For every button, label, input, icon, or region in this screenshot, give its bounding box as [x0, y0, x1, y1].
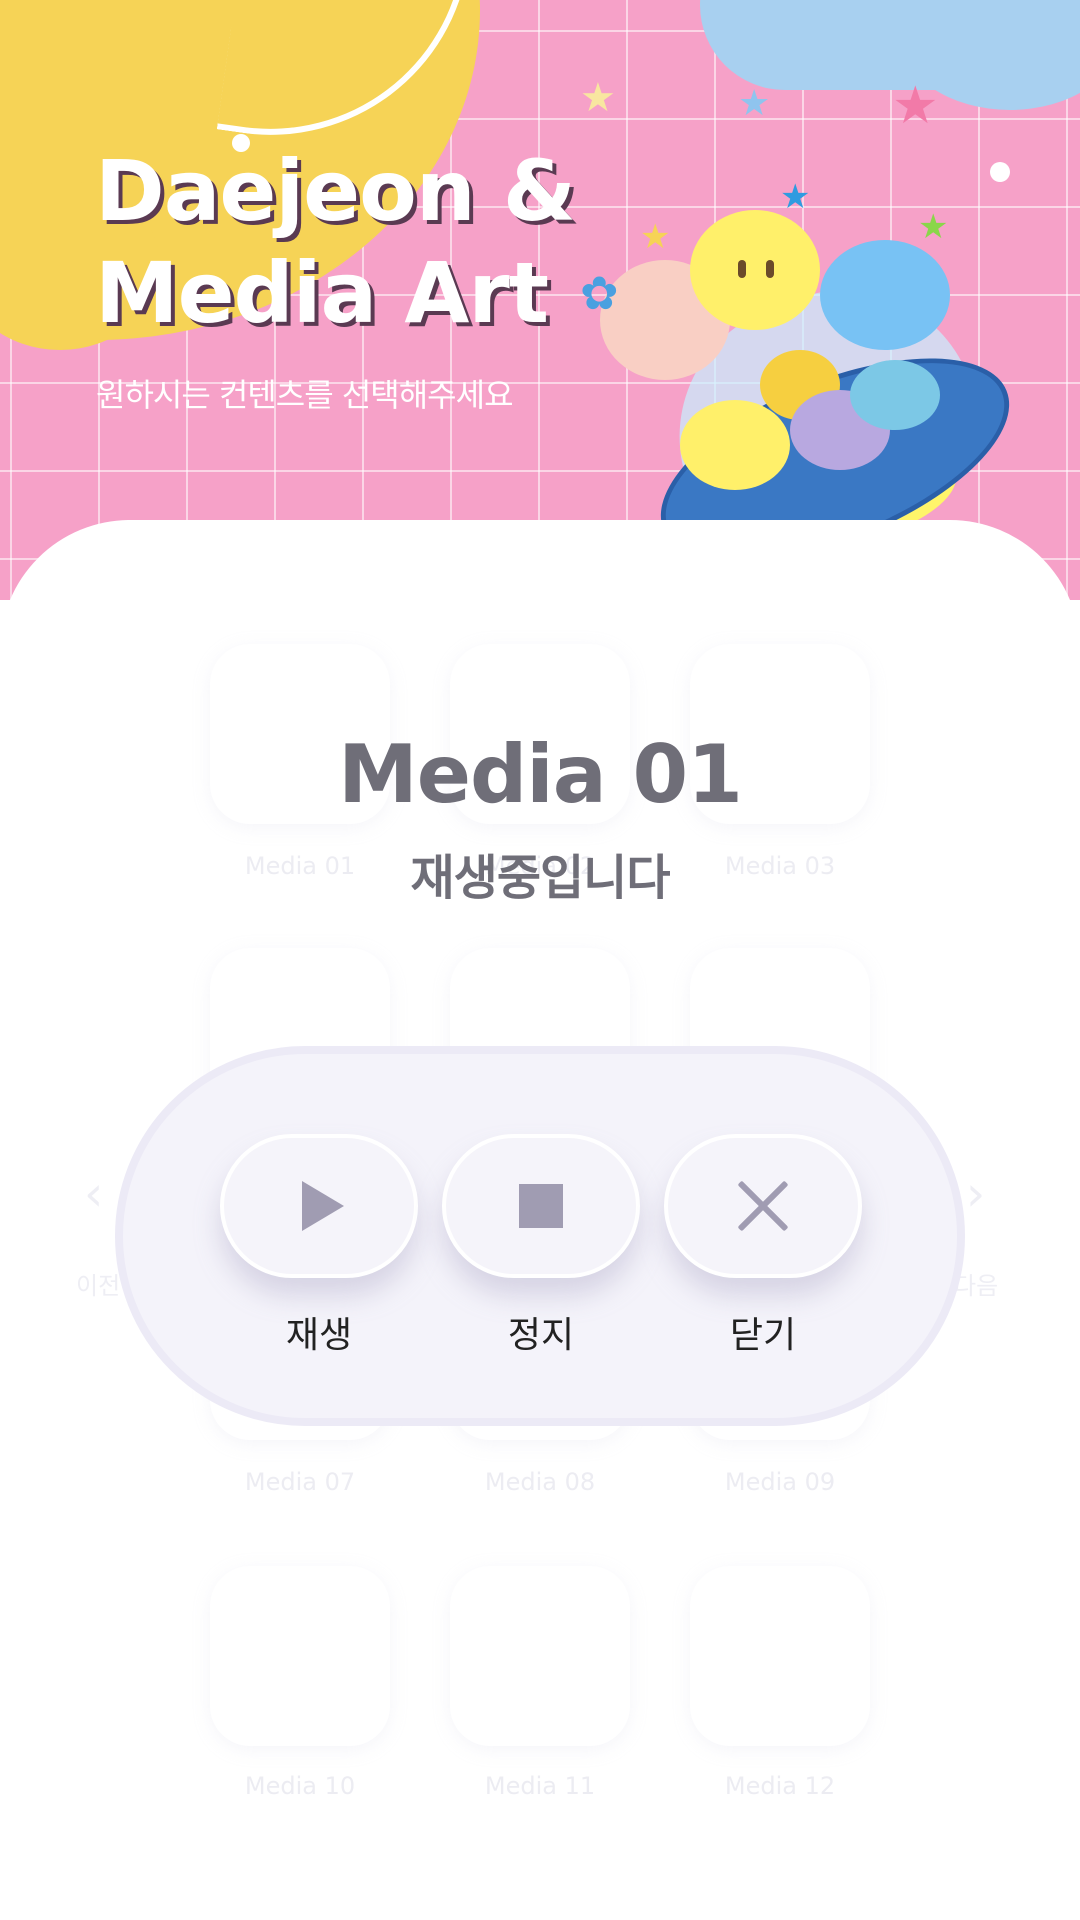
media-tile-label: Media 12 — [724, 1772, 836, 1800]
media-tile-label: Media 09 — [724, 1468, 836, 1496]
media-tile[interactable] — [210, 1566, 390, 1746]
teal-mascot — [850, 360, 940, 430]
eye — [766, 260, 774, 278]
prev-label[interactable]: 이전 — [76, 1266, 120, 1301]
eye — [738, 260, 746, 278]
star-icon: ★ — [738, 83, 771, 124]
yellow-mascot-small — [680, 400, 790, 490]
next-arrow-icon[interactable]: › — [966, 1166, 985, 1222]
header-banner: ★ ★ ★ Daejeon & Media Art 원하시는 컨텐츠를 선택해주… — [0, 0, 1080, 600]
media-tile[interactable] — [690, 1566, 870, 1746]
stop-button[interactable] — [442, 1134, 640, 1278]
blue-mascot — [820, 240, 950, 350]
close-icon — [736, 1179, 790, 1233]
title-line-1: Daejeon & — [95, 142, 576, 240]
close-button[interactable] — [664, 1134, 862, 1278]
yellow-mascot — [690, 210, 820, 330]
stop-label: 정지 — [507, 1315, 575, 1356]
star-icon: ★ — [892, 76, 939, 136]
title-line-2: Media Art — [95, 244, 549, 342]
page-subtitle: 원하시는 컨텐츠를 선택해주세요 — [96, 376, 514, 414]
bow-icon: ✿ — [580, 266, 619, 320]
now-playing-status: 재생중입니다 — [410, 850, 671, 906]
star-icon: ★ — [580, 75, 616, 121]
media-tile-label: Media 11 — [484, 1772, 596, 1800]
star-icon: ★ — [918, 207, 949, 247]
media-tile-label: Media 08 — [484, 1468, 596, 1496]
now-playing-title: Media 01 — [338, 728, 743, 821]
page-title: Daejeon & Media Art — [95, 140, 576, 344]
play-icon — [302, 1181, 344, 1231]
media-tile-label: Media 07 — [244, 1468, 356, 1496]
stop-icon — [519, 1184, 563, 1228]
dot-decoration — [990, 162, 1010, 182]
close-label: 닫기 — [729, 1315, 797, 1356]
media-tile-label: Media 10 — [244, 1772, 356, 1800]
play-button[interactable] — [220, 1134, 418, 1278]
play-label: 재생 — [285, 1315, 353, 1356]
star-icon: ★ — [780, 177, 811, 217]
media-tile[interactable] — [450, 1566, 630, 1746]
prev-arrow-icon[interactable]: ‹ — [84, 1166, 103, 1222]
star-icon: ★ — [640, 217, 671, 257]
